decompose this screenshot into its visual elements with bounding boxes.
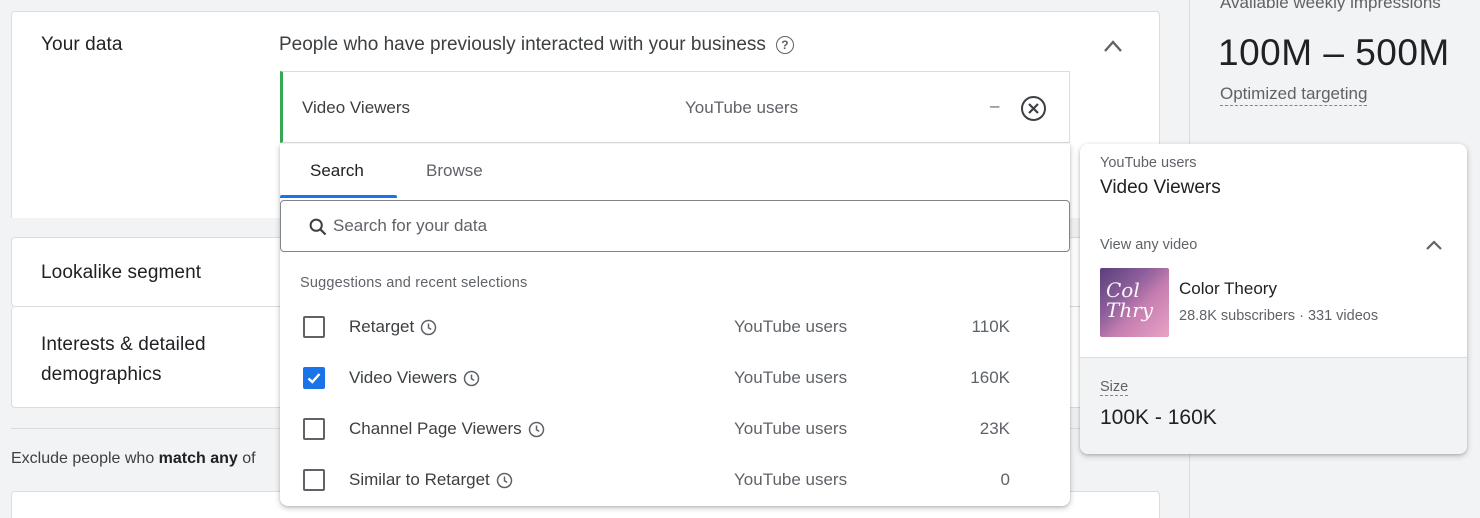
exclude-prefix: Exclude people who xyxy=(11,450,159,467)
detail-segment-type: YouTube users xyxy=(1100,155,1197,171)
selected-segment-name: Video Viewers xyxy=(302,98,411,117)
checkbox-checked[interactable] xyxy=(303,367,325,389)
option-name: Channel Page Viewers xyxy=(349,419,545,439)
checkbox-unchecked[interactable] xyxy=(303,418,325,440)
suggestions-heading: Suggestions and recent selections xyxy=(300,275,528,291)
option-size: 160K xyxy=(970,368,1010,387)
available-impressions-value: 100M – 500M xyxy=(1218,32,1450,73)
option-label: Similar to Retarget xyxy=(349,470,490,489)
selected-segment-size: – xyxy=(990,96,1000,115)
detail-size-footer: Size 100K - 160K xyxy=(1080,357,1467,454)
size-value: 100K - 160K xyxy=(1100,406,1217,429)
channel-thumbnail: Col Thry xyxy=(1100,268,1169,337)
channel-thumbnail-logo: Col Thry xyxy=(1106,278,1154,322)
segment-detail-card: YouTube users Video Viewers View any vid… xyxy=(1080,144,1467,454)
option-row-channel-page-viewers[interactable]: Channel Page Viewers YouTube users 23K xyxy=(280,407,1070,458)
your-data-heading: People who have previously interacted wi… xyxy=(279,34,794,56)
option-type: YouTube users xyxy=(734,317,848,336)
option-name: Similar to Retarget xyxy=(349,470,513,490)
channel-subscribers: 28.8K subscribers xyxy=(1179,308,1296,324)
exclude-suffix: of xyxy=(237,450,256,467)
search-input[interactable] xyxy=(333,213,1033,239)
option-size: 110K xyxy=(971,317,1010,336)
remove-circle-x-icon[interactable] xyxy=(1020,95,1047,122)
detail-view-label: View any video xyxy=(1100,237,1198,253)
size-label: Size xyxy=(1100,379,1129,396)
chevron-up-icon[interactable] xyxy=(1425,239,1443,251)
checkmark-icon xyxy=(307,373,321,384)
search-icon xyxy=(309,218,327,236)
option-size: 23K xyxy=(979,419,1010,438)
collapse-chevron-up-icon[interactable] xyxy=(1102,38,1124,54)
channel-name: Color Theory xyxy=(1179,279,1277,298)
option-row-similar-to-retarget[interactable]: Similar to Retarget YouTube users 0 xyxy=(280,458,1070,509)
available-impressions-label: Available weekly impressions xyxy=(1220,0,1441,12)
clock-icon xyxy=(528,421,544,437)
channel-stats: 28.8K subscribers · 331 videos xyxy=(1179,308,1379,324)
clock-icon xyxy=(420,319,437,335)
option-row-video-viewers[interactable]: Video Viewers YouTube users 160K xyxy=(280,356,1070,407)
exclude-description: Exclude people who match any of xyxy=(11,450,256,468)
channel-videos: 331 videos xyxy=(1307,308,1379,324)
your-data-title: Your data xyxy=(41,34,123,55)
option-type: YouTube users xyxy=(734,470,848,489)
option-type: YouTube users xyxy=(734,368,848,387)
clock-icon xyxy=(463,370,480,386)
option-type: YouTube users xyxy=(734,419,848,438)
help-icon[interactable]: ? xyxy=(775,36,794,54)
option-name: Video Viewers xyxy=(349,368,480,388)
active-tab-indicator xyxy=(280,195,397,198)
tab-browse[interactable]: Browse xyxy=(426,161,483,181)
interests-demographics-title[interactable]: Interests & detailed demographics xyxy=(41,330,261,390)
checkbox-unchecked[interactable] xyxy=(303,469,325,491)
option-size: 0 xyxy=(1000,470,1010,489)
your-data-heading-text: People who have previously interacted wi… xyxy=(279,34,766,55)
checkbox-unchecked[interactable] xyxy=(303,316,325,338)
lookalike-segment-title[interactable]: Lookalike segment xyxy=(41,262,201,284)
selected-segment-type: YouTube users xyxy=(685,98,799,117)
option-label: Retarget xyxy=(349,317,415,336)
tab-search[interactable]: Search xyxy=(310,161,364,181)
option-name: Retarget xyxy=(349,317,437,337)
search-box[interactable] xyxy=(280,200,1070,252)
option-label: Video Viewers xyxy=(349,368,458,387)
option-row-retarget[interactable]: Retarget YouTube users 110K xyxy=(280,305,1070,356)
detail-segment-name: Video Viewers xyxy=(1100,177,1221,198)
optimized-targeting-link[interactable]: Optimized targeting xyxy=(1220,84,1368,106)
exclude-match-any: match any xyxy=(158,450,238,467)
data-segment-dropdown: Search Browse Suggestions and recent sel… xyxy=(280,144,1070,506)
clock-icon xyxy=(496,472,513,488)
option-label: Channel Page Viewers xyxy=(349,419,522,438)
